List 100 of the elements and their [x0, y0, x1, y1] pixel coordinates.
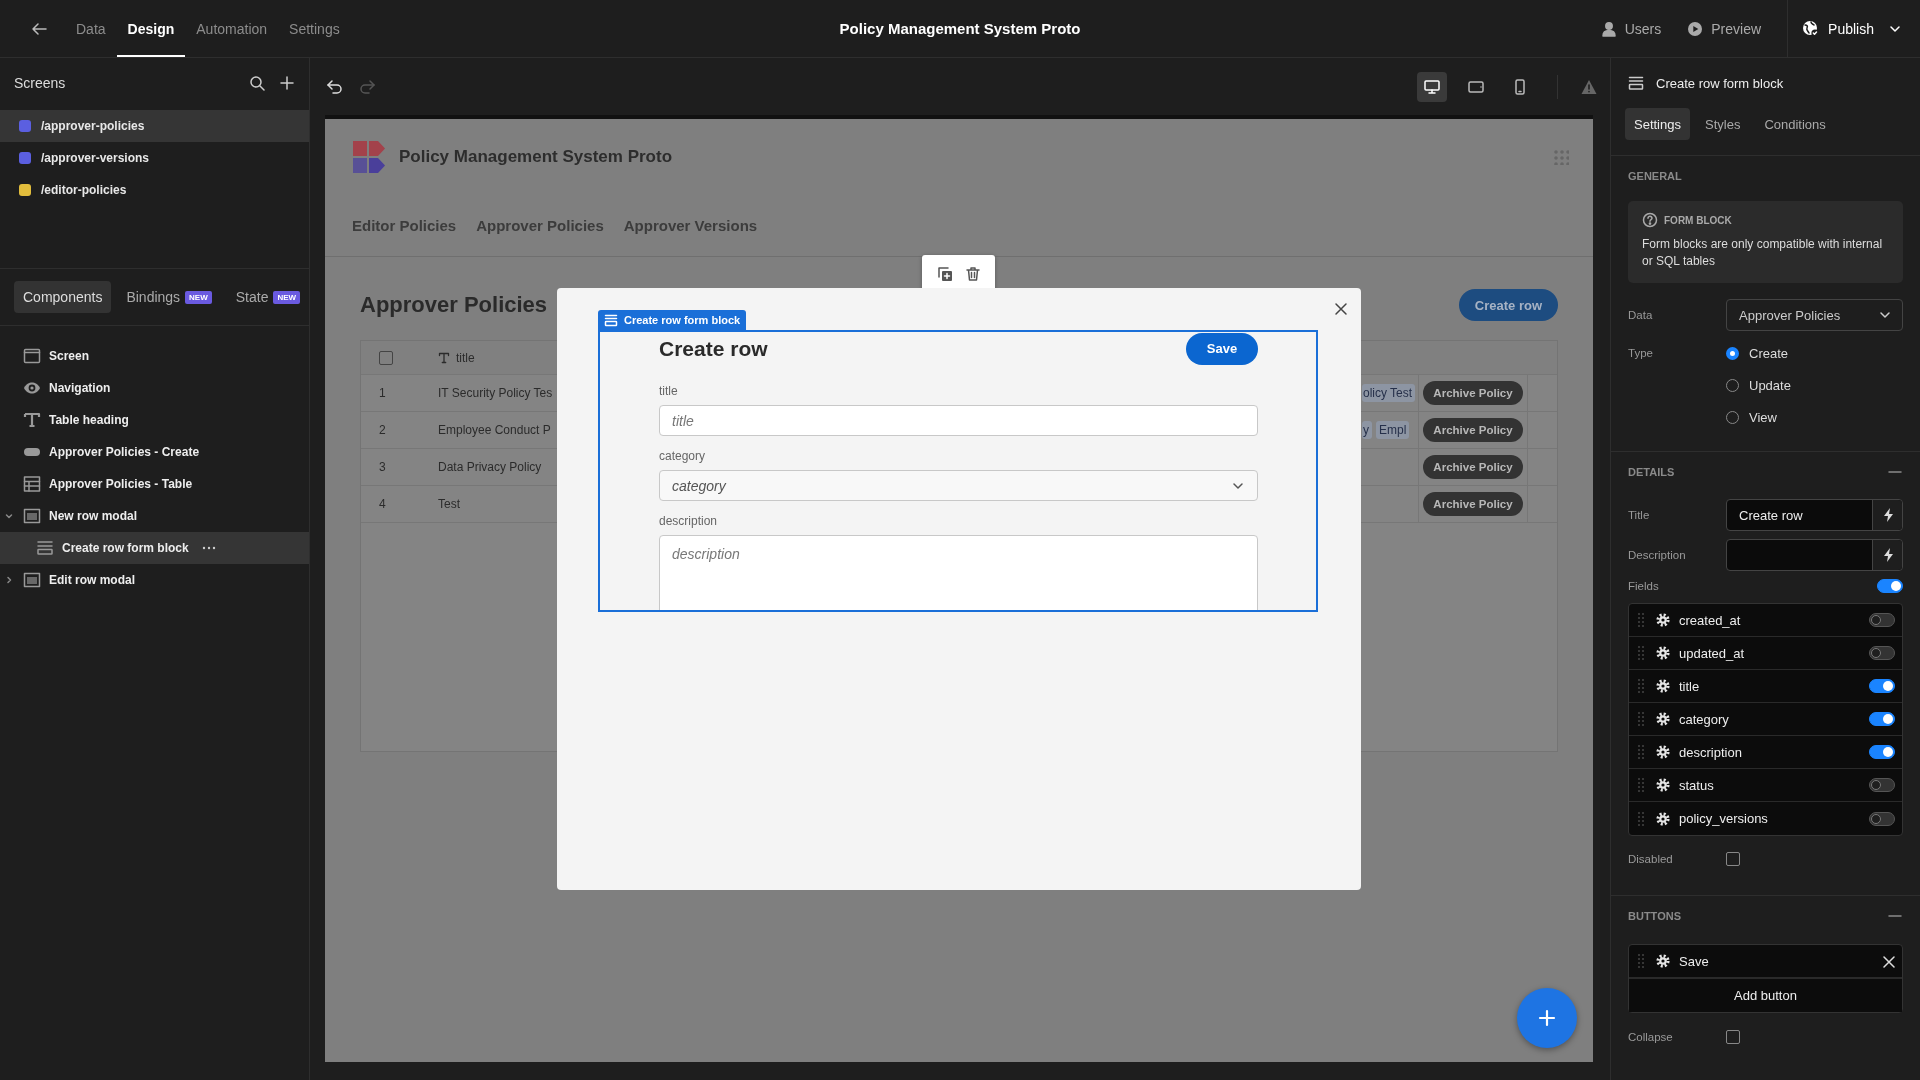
field-row[interactable]: created_at [1629, 604, 1902, 637]
close-icon[interactable] [1333, 301, 1349, 317]
save-button[interactable]: Save [1186, 332, 1258, 365]
field-row[interactable]: updated_at [1629, 637, 1902, 670]
archive-policy-button[interactable]: Archive Policy [1423, 381, 1523, 405]
radio-button[interactable] [1726, 346, 1739, 360]
binding-button[interactable] [1872, 540, 1902, 570]
users-button[interactable]: Users [1600, 20, 1662, 37]
data-dropdown[interactable]: Approver Policies [1726, 299, 1903, 331]
radio-option[interactable]: View [1726, 401, 1903, 433]
screen-route-item[interactable]: /approver-policies [0, 110, 309, 142]
field-row[interactable]: policy_versions [1629, 802, 1902, 835]
drag-handle-icon[interactable] [1637, 744, 1645, 760]
settings-icon[interactable] [1655, 777, 1671, 793]
field-row[interactable]: status [1629, 769, 1902, 802]
preview-button[interactable]: Preview [1687, 20, 1762, 37]
panel-tab[interactable]: Components [14, 281, 112, 313]
text-field[interactable]: Create row [1726, 499, 1903, 531]
settings-icon[interactable] [1655, 645, 1671, 661]
panel-tab[interactable]: Styles [1696, 108, 1750, 140]
add-button[interactable]: Add button [1629, 978, 1902, 1012]
panel-tab[interactable]: Conditions [1755, 108, 1835, 140]
settings-icon[interactable] [1655, 953, 1671, 969]
form-title: Create row [659, 336, 768, 361]
tree-item[interactable]: Table heading [0, 404, 309, 436]
settings-icon[interactable] [1655, 711, 1671, 727]
block-label: Create row form block [598, 310, 747, 330]
field-row[interactable]: title [1629, 670, 1902, 703]
window-icon [23, 347, 41, 365]
binding-button[interactable] [1872, 500, 1902, 530]
text-column-icon [438, 351, 450, 364]
text-area[interactable]: description [659, 535, 1258, 610]
tree-item[interactable]: Screen [0, 340, 309, 372]
page-heading: Approver Policies [360, 292, 548, 318]
field-label: description [659, 513, 719, 529]
toggle-switch[interactable] [1869, 646, 1895, 660]
row-number: 4 [378, 497, 387, 511]
drag-handle-icon[interactable] [1637, 810, 1645, 827]
toggle-switch[interactable] [1869, 811, 1895, 826]
button-name: Save [1679, 953, 1710, 969]
settings-icon[interactable] [1655, 744, 1671, 760]
undo-icon[interactable] [326, 77, 344, 96]
nav-tab[interactable]: Automation [185, 0, 279, 57]
device-toggle[interactable] [1417, 71, 1447, 102]
screen-route-item[interactable]: /editor-policies [0, 174, 309, 206]
checkbox[interactable] [1726, 852, 1740, 866]
field-row[interactable]: category [1629, 703, 1902, 736]
screen-route-item[interactable]: /approver-versions [0, 142, 309, 174]
table-icon [23, 475, 41, 493]
tree-item[interactable]: Navigation [0, 372, 309, 404]
select-all-checkbox[interactable] [379, 350, 393, 365]
radio-option[interactable]: Update [1726, 369, 1903, 401]
settings-icon[interactable] [1655, 612, 1671, 628]
tree-item[interactable]: Approver Policies - Create [0, 436, 309, 468]
toggle-switch[interactable] [1869, 745, 1895, 759]
app-title: Policy Management System Proto [839, 20, 1081, 37]
field-row[interactable]: description [1629, 736, 1902, 769]
drag-handle-icon[interactable] [1637, 777, 1645, 793]
tree-item[interactable]: Create row form block [0, 532, 309, 564]
archive-policy-button[interactable]: Archive Policy [1423, 492, 1523, 516]
add-icon[interactable] [279, 75, 295, 91]
settings-icon[interactable] [1655, 678, 1671, 694]
drag-handle-icon[interactable] [1637, 612, 1645, 628]
field-name: status [1679, 777, 1715, 793]
tree-item[interactable]: New row modal [0, 500, 309, 532]
nav-tab[interactable]: Settings [278, 0, 351, 57]
tree-item[interactable]: Approver Policies - Table [0, 468, 309, 500]
panel-tab[interactable]: Settings [1625, 108, 1690, 140]
drag-handle-icon[interactable] [1637, 678, 1645, 694]
toggle-switch[interactable] [1869, 712, 1895, 726]
search-icon[interactable] [249, 75, 265, 91]
drag-handle-icon[interactable] [1637, 711, 1645, 727]
publish-button[interactable]: Publish [1787, 0, 1920, 57]
select-field[interactable]: category [659, 470, 1258, 501]
text-field[interactable] [1726, 539, 1903, 571]
checkbox[interactable] [1726, 1030, 1740, 1044]
archive-policy-button[interactable]: Archive Policy [1423, 418, 1523, 442]
tree-item[interactable]: Edit row modal [0, 564, 309, 596]
drag-handle-icon[interactable] [1637, 953, 1645, 969]
form-icon [604, 313, 618, 327]
panel-tab[interactable]: Bindings NEW [117, 281, 221, 313]
panel-tab[interactable]: State NEW [226, 281, 309, 313]
nav-tab[interactable]: Data [65, 0, 117, 57]
duplicate-icon[interactable] [936, 266, 953, 282]
drag-handle-icon[interactable] [1637, 645, 1645, 661]
settings-icon[interactable] [1655, 810, 1671, 827]
create-row-button[interactable]: Create row [1458, 289, 1558, 321]
remove-icon[interactable] [1881, 954, 1895, 968]
radio-option[interactable]: Create [1726, 337, 1903, 369]
field-label: title [659, 383, 679, 399]
toggle-switch[interactable] [1877, 579, 1903, 593]
archive-policy-button[interactable]: Archive Policy [1423, 455, 1523, 479]
chevron-right-icon[interactable] [5, 576, 13, 584]
chevron-down-icon[interactable] [5, 512, 13, 520]
toggle-switch[interactable] [1869, 679, 1895, 693]
input-field[interactable]: title [659, 405, 1258, 436]
toggle-switch[interactable] [1869, 613, 1895, 627]
toggle-switch[interactable] [1869, 778, 1895, 792]
play-icon [1687, 20, 1704, 37]
delete-icon[interactable] [964, 266, 981, 282]
